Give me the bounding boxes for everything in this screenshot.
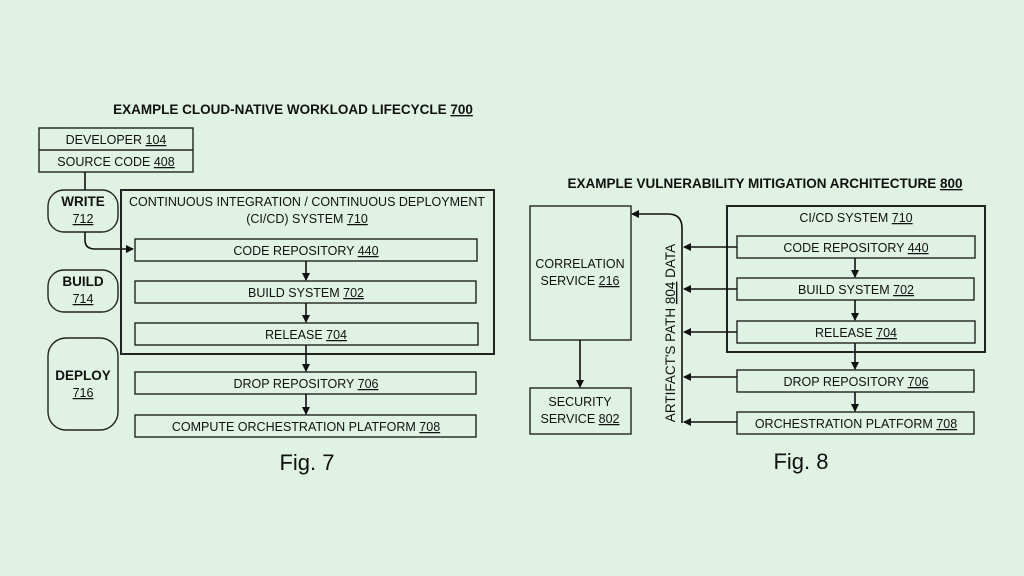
- phase-write-num: 712: [73, 212, 94, 226]
- arrow-write-to-code-repo: [84, 232, 134, 253]
- phase-build: BUILD 714: [47, 269, 119, 313]
- phase-write-label: WRITE: [61, 194, 105, 209]
- fig8-caption: Fig. 8: [773, 449, 828, 474]
- developer-source-code-box: DEVELOPER 104 SOURCE CODE 408: [38, 127, 194, 173]
- fig8-stage-release: RELEASE 704: [736, 320, 976, 344]
- figure-7: EXAMPLE CLOUD-NATIVE WORKLOAD LIFECYCLE …: [38, 102, 495, 475]
- security-service-box: SECURITY SERVICE 802: [529, 387, 632, 435]
- security-service-line1: SECURITY: [548, 395, 612, 409]
- correlation-service-line2: SERVICE 216: [541, 274, 620, 288]
- figure-8: EXAMPLE VULNERABILITY MITIGATION ARCHITE…: [529, 176, 986, 474]
- fig7-caption: Fig. 7: [279, 450, 334, 475]
- fig8-stage-build-system: BUILD SYSTEM 702: [736, 277, 975, 301]
- fig7-cicd-title-line1: CONTINUOUS INTEGRATION / CONTINUOUS DEPL…: [129, 195, 485, 209]
- phase-build-num: 714: [73, 292, 94, 306]
- phase-deploy-num: 716: [73, 386, 94, 400]
- security-service-line2: SERVICE 802: [541, 412, 620, 426]
- patent-figures: EXAMPLE CLOUD-NATIVE WORKLOAD LIFECYCLE …: [38, 102, 986, 475]
- source-code-label: SOURCE CODE 408: [57, 155, 174, 169]
- fig8-stage-orchestration-platform: ORCHESTRATION PLATFORM 708: [736, 411, 975, 435]
- svg-text:ORCHESTRATION PLATFORM 708: ORCHESTRATION PLATFORM 708: [755, 417, 957, 431]
- fig7-stage-drop-repository: DROP REPOSITORY 706: [134, 371, 477, 395]
- svg-text:DROP REPOSITORY 706: DROP REPOSITORY 706: [784, 375, 929, 389]
- svg-text:BUILD SYSTEM 702: BUILD SYSTEM 702: [798, 283, 914, 297]
- fig8-cicd-title: CI/CD SYSTEM 710: [799, 211, 912, 225]
- svg-text:BUILD SYSTEM 702: BUILD SYSTEM 702: [248, 286, 364, 300]
- artifact-path-label: ARTIFACT'S PATH 804 DATA: [663, 244, 678, 422]
- fig7-stage-release: RELEASE 704: [134, 322, 479, 346]
- fig7-stage-compute-orchestration-platform: COMPUTE ORCHESTRATION PLATFORM 708: [134, 414, 477, 438]
- svg-text:COMPUTE ORCHESTRATION PLATFORM: COMPUTE ORCHESTRATION PLATFORM 708: [172, 420, 440, 434]
- phase-deploy: DEPLOY 716: [47, 337, 119, 431]
- phase-build-label: BUILD: [62, 274, 103, 289]
- fig8-stage-drop-repository: DROP REPOSITORY 706: [736, 369, 975, 393]
- phase-write: WRITE 712: [47, 189, 119, 233]
- correlation-service-line1: CORRELATION: [535, 257, 624, 271]
- fig7-stage-build-system: BUILD SYSTEM 702: [134, 280, 477, 304]
- svg-text:CODE REPOSITORY 440: CODE REPOSITORY 440: [233, 244, 378, 258]
- phase-deploy-label: DEPLOY: [55, 368, 111, 383]
- svg-text:DROP REPOSITORY 706: DROP REPOSITORY 706: [234, 377, 379, 391]
- fig8-stage-code-repository: CODE REPOSITORY 440: [736, 235, 976, 259]
- fig7-title: EXAMPLE CLOUD-NATIVE WORKLOAD LIFECYCLE …: [113, 102, 473, 117]
- developer-label: DEVELOPER 104: [66, 133, 167, 147]
- svg-text:CODE REPOSITORY 440: CODE REPOSITORY 440: [783, 241, 928, 255]
- fig7-cicd-title-line2: (CI/CD) SYSTEM 710: [246, 212, 368, 226]
- correlation-service-box: CORRELATION SERVICE 216: [529, 205, 632, 341]
- svg-text:RELEASE 704: RELEASE 704: [815, 326, 897, 340]
- fig8-title: EXAMPLE VULNERABILITY MITIGATION ARCHITE…: [567, 176, 962, 191]
- fig7-stage-code-repository: CODE REPOSITORY 440: [134, 238, 478, 262]
- svg-text:RELEASE 704: RELEASE 704: [265, 328, 347, 342]
